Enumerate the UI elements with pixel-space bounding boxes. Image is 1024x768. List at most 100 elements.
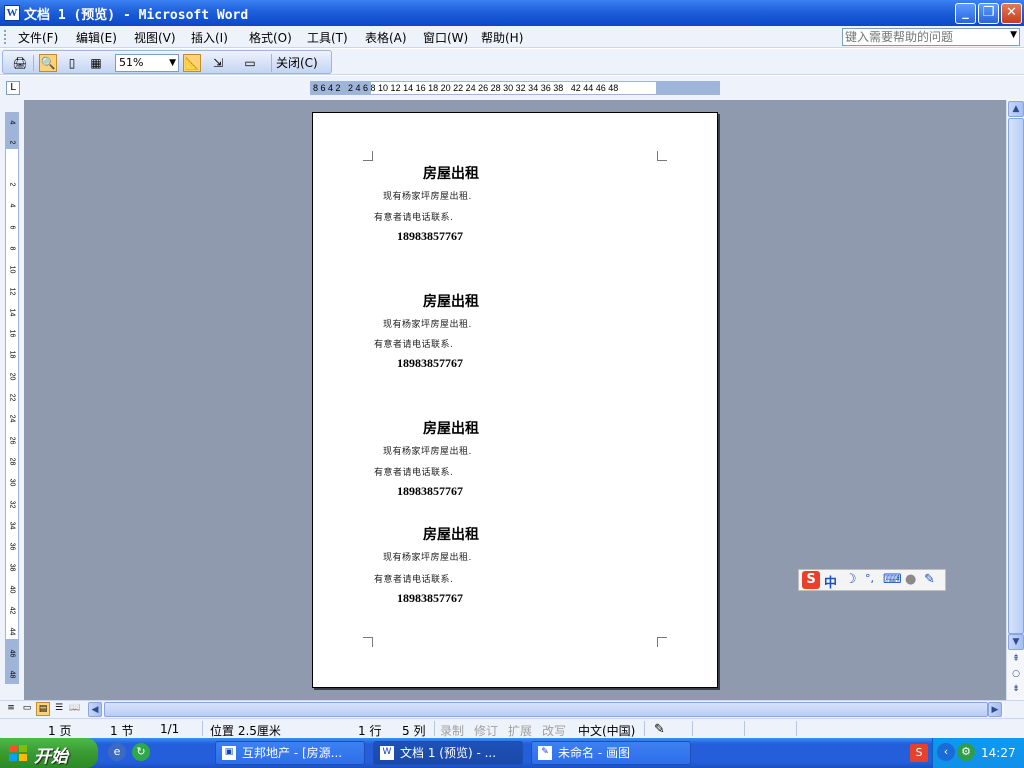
punctuation-icon[interactable]: °,	[865, 572, 874, 585]
taskbar-item-document[interactable]: W 文档 1 (预览) - ...	[373, 741, 523, 765]
next-page-icon[interactable]: ⇟	[1008, 682, 1024, 698]
crop-mark	[363, 637, 373, 647]
user-icon[interactable]: ●	[905, 572, 916, 587]
scroll-right-icon[interactable]: ▶	[988, 702, 1002, 717]
status-bar: 1 页 1 节 1/1 位置 2.5厘米 1 行 5 列 录制 修订 扩展 改写…	[0, 718, 1024, 738]
ruler-tick-label: 40	[8, 585, 16, 594]
paint-icon: ✎	[538, 746, 552, 760]
reading-layout-icon[interactable]: 📖	[68, 702, 82, 716]
word-app-icon[interactable]: W	[4, 5, 20, 21]
notice-phone: 18983857767	[397, 484, 463, 498]
close-window-button[interactable]: ✕	[1001, 3, 1022, 24]
toolbar-grip[interactable]	[4, 30, 7, 44]
notice-heading: 房屋出租	[423, 421, 479, 437]
tab-stop-selector[interactable]: L	[6, 81, 20, 95]
normal-view-icon[interactable]: ≡	[4, 702, 18, 716]
crop-mark	[657, 151, 667, 161]
menu-edit[interactable]: 编辑(E)	[76, 29, 117, 46]
status-track-changes[interactable]: 修订	[474, 722, 498, 739]
spelling-check-icon[interactable]: ✎	[654, 722, 665, 737]
multiple-pages-icon[interactable]: ▦	[87, 54, 105, 72]
status-column: 5 列	[402, 724, 426, 738]
vertical-scrollbar[interactable]: ▲ ▼ ⇞ ○ ⇟	[1006, 100, 1024, 700]
help-search-box[interactable]: ▼	[842, 28, 1020, 46]
ime-toolbar[interactable]: S 中 ☽ °, ⌨ ● ✎	[798, 569, 946, 591]
window-title: 文档 1 (预览) - Microsoft Word	[24, 8, 249, 23]
notice-line: 现有杨家坪房屋出租.	[383, 447, 472, 457]
page-preview[interactable]: 房屋出租 现有杨家坪房屋出租. 有意者请电话联系. 18983857767 房屋…	[312, 112, 718, 688]
menu-table[interactable]: 表格(A)	[365, 29, 407, 46]
shrink-to-fit-icon[interactable]: ⇲	[209, 54, 227, 72]
scroll-left-icon[interactable]: ◀	[88, 702, 102, 717]
zoom-value: 51%	[119, 56, 144, 69]
separator	[33, 55, 34, 71]
horizontal-scrollbar[interactable]: ◀ ▶	[88, 702, 1004, 717]
horizontal-scroll-thumb[interactable]	[104, 702, 988, 717]
notice-line: 有意者请电话联系.	[374, 340, 454, 350]
print-icon[interactable]: 🖨	[11, 54, 29, 72]
browse-object-icon[interactable]: ○	[1008, 667, 1024, 683]
ruler-tick-label: 34	[8, 521, 16, 530]
ruler-tick-label: 2	[8, 140, 16, 145]
horizontal-ruler[interactable]: 8 6 4 2 2 4 6 8 10 12 14 16 18 20 22 24 …	[310, 81, 720, 95]
status-page-of: 1/1	[160, 722, 180, 736]
notice-phone: 18983857767	[397, 591, 463, 605]
view-ruler-icon[interactable]: 📐	[183, 54, 201, 72]
ruler-tick-label: 22	[8, 393, 16, 402]
minimize-button[interactable]: _	[955, 3, 976, 24]
one-page-icon[interactable]: ▯	[63, 54, 81, 72]
taskbar-item-hubang[interactable]: ▣ 互邦地产 - [房源...	[215, 741, 365, 765]
menu-window[interactable]: 窗口(W)	[423, 29, 468, 46]
task-label: 未命名 - 画图	[558, 746, 630, 760]
chevron-down-icon[interactable]: ▼	[169, 55, 176, 71]
moon-icon[interactable]: ☽	[845, 572, 857, 587]
ruler-tick-label: 6	[8, 225, 16, 230]
help-search-input[interactable]	[845, 30, 1003, 44]
notice-line: 有意者请电话联系.	[374, 213, 454, 223]
vertical-ruler[interactable]: 4 2 2 4 6 8 10 12 14 16 18 20 22 24 26 28 30 32 34 36 38 40 42…	[5, 112, 19, 684]
menu-format[interactable]: 格式(O)	[249, 29, 292, 46]
taskbar-item-paint[interactable]: ✎ 未命名 - 画图	[531, 741, 691, 765]
menu-insert[interactable]: 插入(I)	[191, 29, 228, 46]
vertical-scroll-thumb[interactable]	[1008, 118, 1024, 634]
ruler-tick-label: 28	[8, 457, 16, 466]
quicklaunch-ie-icon[interactable]: e	[108, 743, 126, 761]
menu-tools[interactable]: 工具(T)	[307, 29, 348, 46]
print-layout-icon[interactable]: ▤	[36, 702, 50, 716]
ruler-tick-label: 10	[8, 265, 16, 274]
status-page: 1 页	[48, 724, 72, 738]
wrench-icon[interactable]: ✎	[924, 572, 935, 587]
scroll-down-icon[interactable]: ▼	[1008, 634, 1024, 650]
preview-workspace[interactable]: 房屋出租 现有杨家坪房屋出租. 有意者请电话联系. 18983857767 房屋…	[24, 100, 1006, 700]
menu-view[interactable]: 视图(V)	[134, 29, 176, 46]
zoom-select[interactable]: 51% ▼	[115, 54, 179, 72]
ruler-tick-label: 24	[8, 414, 16, 423]
horizontal-ruler-row: L 8 6 4 2 2 4 6 8 10 12 14 16 18 20 22 2…	[0, 76, 1024, 100]
status-line: 1 行	[358, 724, 382, 738]
ruler-tick-label: 4	[8, 120, 16, 125]
chinese-mode-icon[interactable]: 中	[824, 572, 837, 591]
outline-view-icon[interactable]: ☰	[52, 702, 66, 716]
network-icon[interactable]: ⚙	[957, 743, 975, 761]
previous-page-icon[interactable]: ⇞	[1008, 652, 1024, 668]
status-overtype[interactable]: 改写	[542, 722, 566, 739]
tray-expand-icon[interactable]: ‹	[937, 743, 955, 761]
magnifier-icon[interactable]: 🔍	[39, 54, 57, 72]
start-button[interactable]: 开始	[0, 738, 98, 768]
full-screen-icon[interactable]: ▭	[241, 54, 259, 72]
menu-file[interactable]: 文件(F)	[18, 29, 58, 46]
keyboard-icon[interactable]: ⌨	[883, 572, 902, 587]
web-layout-icon[interactable]: ▭	[20, 702, 34, 716]
scroll-up-icon[interactable]: ▲	[1008, 101, 1024, 117]
status-record[interactable]: 录制	[440, 722, 464, 739]
restore-button[interactable]: ❐	[978, 3, 999, 24]
sogou-tray-icon[interactable]: S	[910, 744, 928, 762]
title-bar: W 文档 1 (预览) - Microsoft Word _ ❐ ✕	[0, 0, 1024, 26]
separator	[796, 721, 797, 736]
chevron-down-icon[interactable]: ▼	[1010, 30, 1017, 40]
status-extend[interactable]: 扩展	[508, 722, 532, 739]
sogou-logo-icon[interactable]: S	[802, 571, 820, 589]
close-preview-button[interactable]: 关闭(C)	[271, 54, 322, 72]
menu-help[interactable]: 帮助(H)	[481, 29, 523, 46]
quicklaunch-refresh-icon[interactable]: ↻	[132, 743, 150, 761]
